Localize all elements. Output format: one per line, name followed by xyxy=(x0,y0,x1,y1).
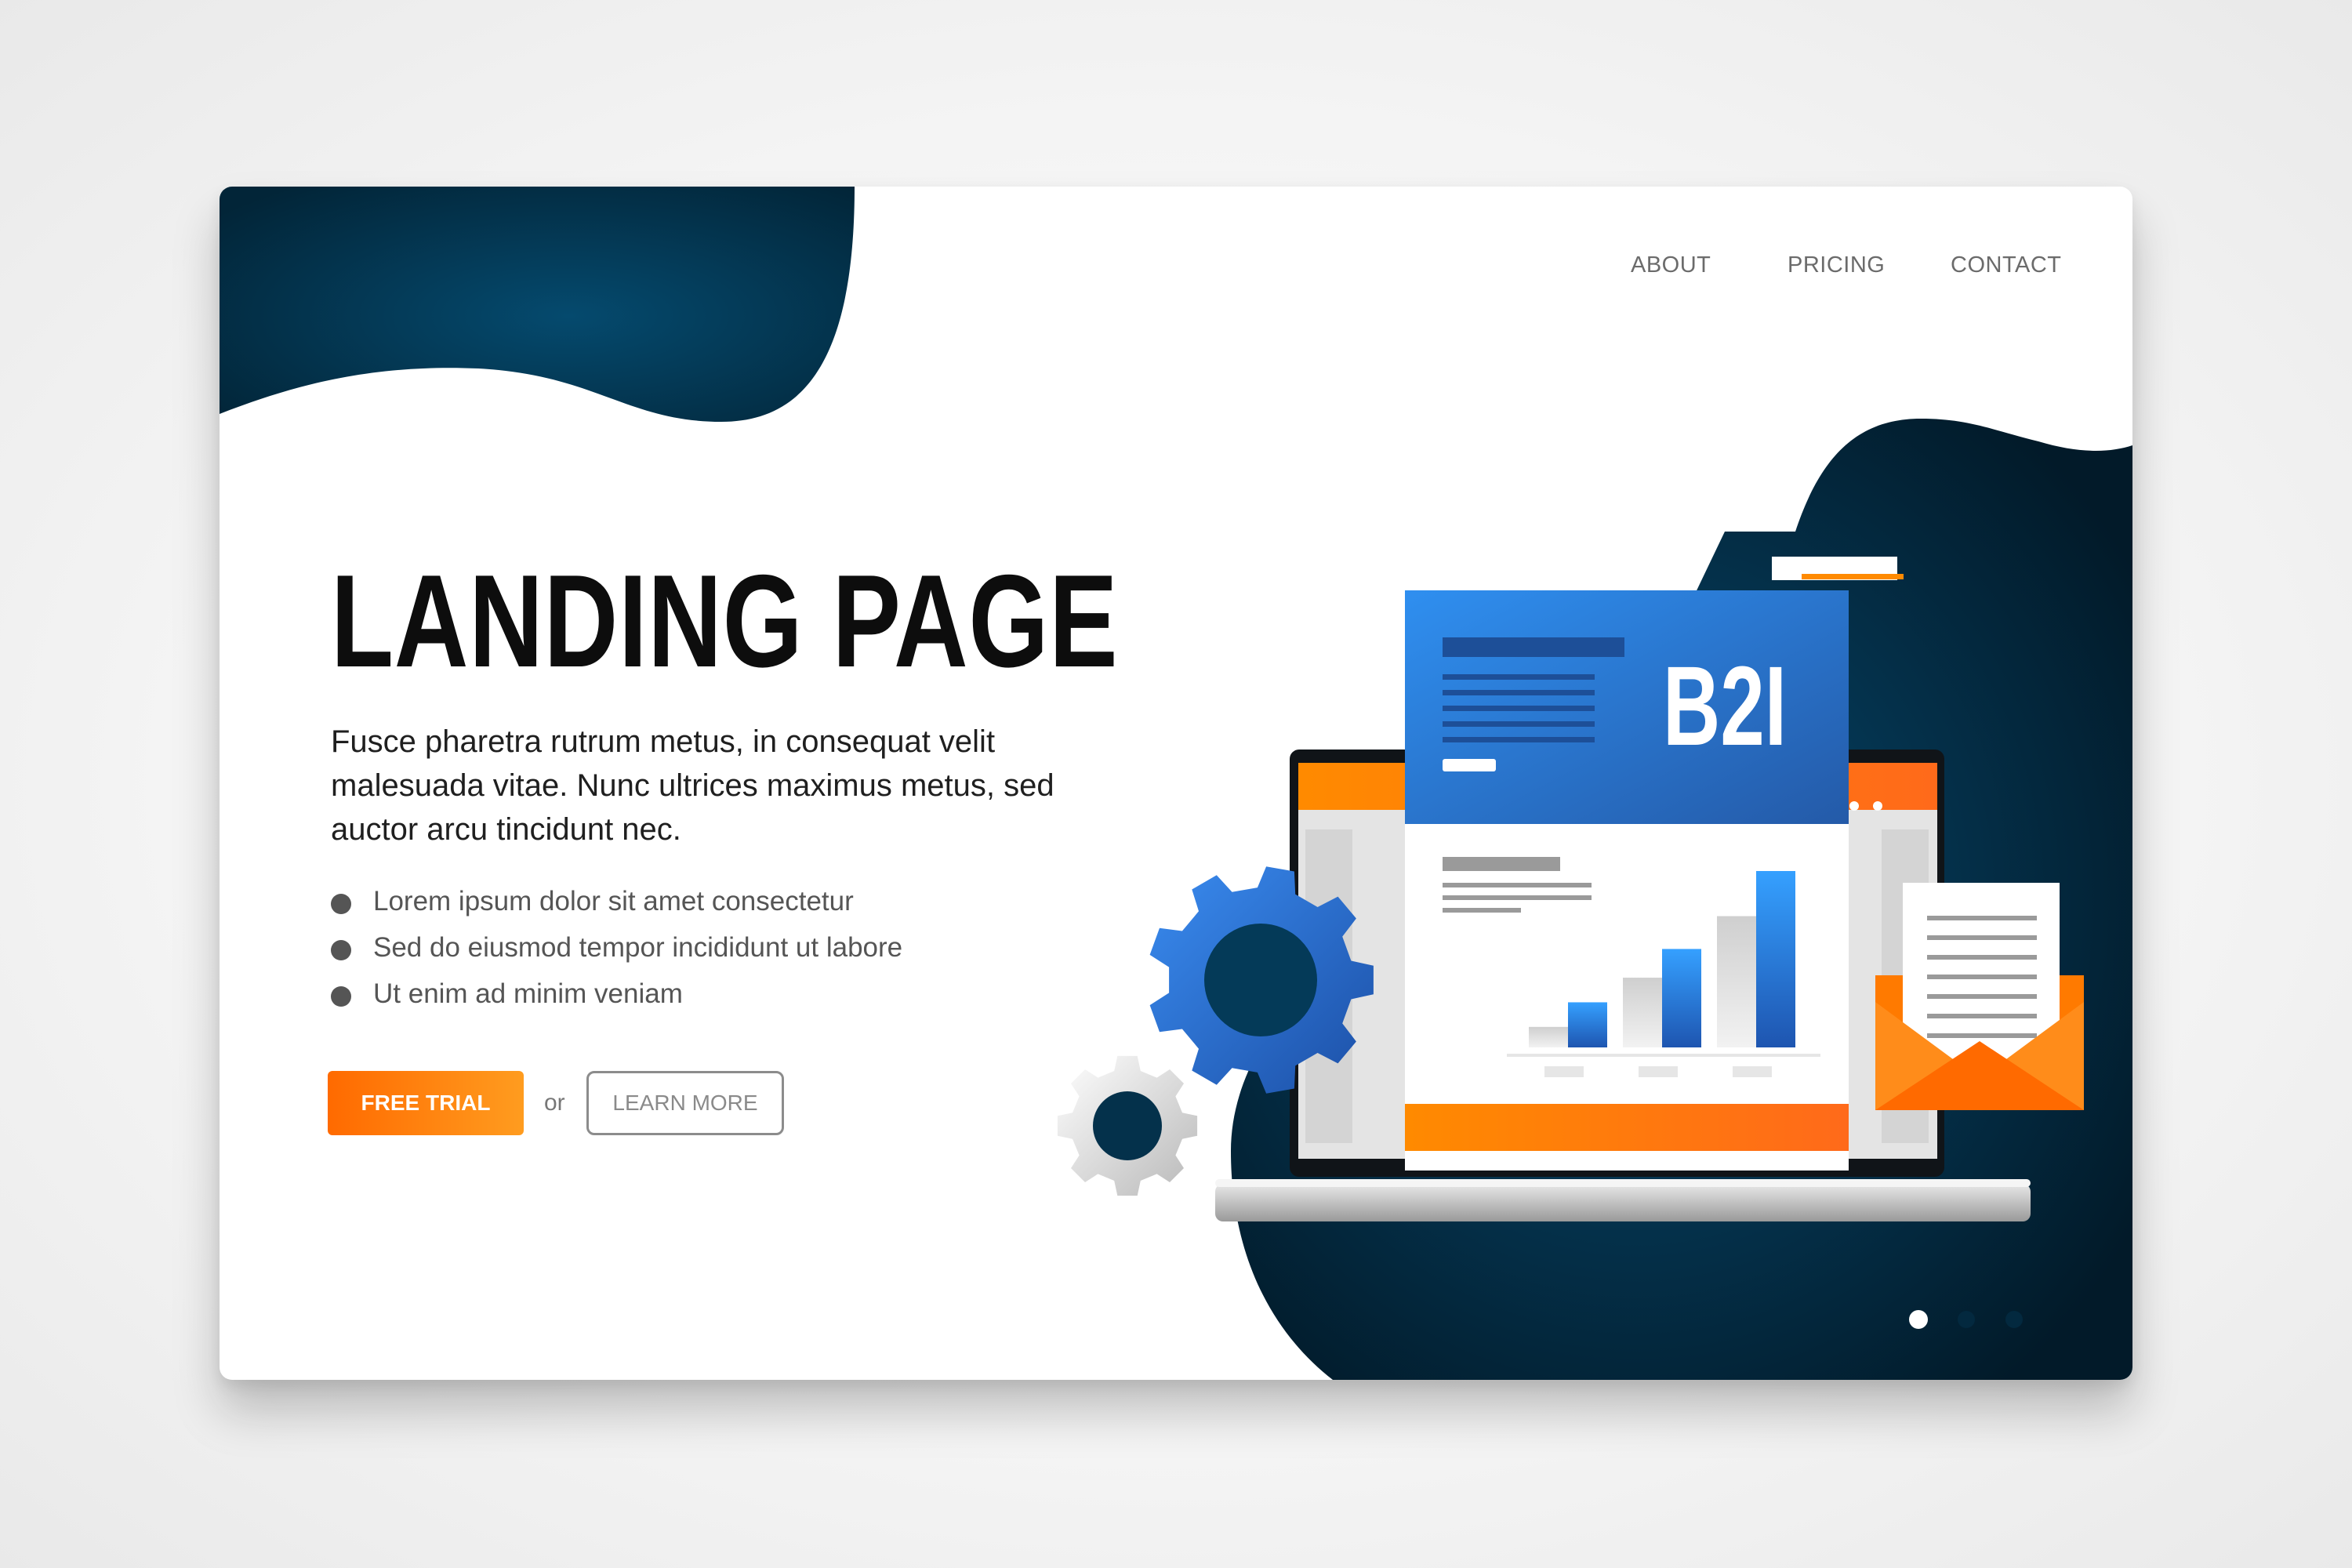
gear-hole xyxy=(1093,1091,1162,1160)
chart-bar xyxy=(1756,871,1795,1047)
pagination-dot-active[interactable] xyxy=(1909,1310,1928,1329)
gear-hole xyxy=(1204,924,1317,1036)
gear-icon xyxy=(1057,1055,1198,1196)
hero-illustration: B2I xyxy=(1057,557,2084,1329)
chart-bar xyxy=(1717,916,1756,1047)
chart-bar xyxy=(1529,1026,1568,1047)
chart-bar xyxy=(1623,978,1662,1047)
pagination-dot[interactable] xyxy=(1958,1311,1975,1328)
chart-bar xyxy=(1662,949,1701,1047)
chart-bar xyxy=(1568,1002,1607,1047)
pagination-dot[interactable] xyxy=(2005,1311,2023,1328)
document-icon xyxy=(1405,557,1904,1171)
landing-card: ABOUT PRICING CONTACT LANDING PAGE Fusce… xyxy=(220,187,2132,1380)
b2i-badge-text: B2I xyxy=(1663,643,1787,769)
envelope-icon xyxy=(1875,883,2084,1110)
gear-icon xyxy=(1149,866,1374,1094)
